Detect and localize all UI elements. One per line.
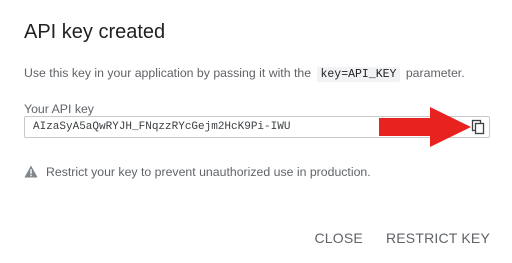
close-button[interactable]: CLOSE: [314, 228, 362, 248]
description-code: key=API_KEY: [316, 67, 401, 82]
restrict-key-button[interactable]: RESTRICT KEY: [386, 228, 490, 248]
dialog-description: Use this key in your application by pass…: [24, 65, 465, 83]
api-key-field-label: Your API key: [24, 102, 94, 116]
api-key-dialog: API key created Use this key in your app…: [0, 0, 512, 263]
dialog-actions: CLOSE RESTRICT KEY: [314, 228, 490, 248]
warning-text: Restrict your key to prevent unauthorize…: [46, 165, 371, 179]
api-key-value[interactable]: AIzaSyA5aQwRYJH_FNqzzRYcGejm2HcK9Pi-IWU: [33, 120, 290, 134]
description-text-after: parameter.: [405, 66, 465, 80]
description-text-before: Use this key in your application by pass…: [24, 66, 312, 80]
red-arrow: [379, 107, 471, 147]
warning-icon: [24, 165, 38, 178]
dialog-title: API key created: [24, 21, 166, 43]
